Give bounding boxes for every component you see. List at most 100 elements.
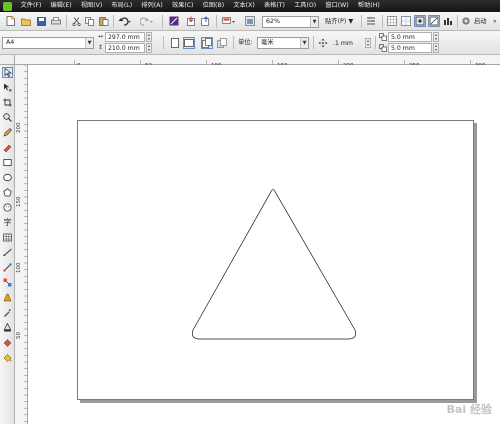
transparency-tool-icon[interactable]	[2, 292, 13, 303]
crop-tool-icon[interactable]	[2, 97, 13, 108]
toolbar-overflow-icon[interactable]: »	[493, 17, 497, 27]
interactive-fill-icon[interactable]	[2, 352, 13, 363]
page-height-spinner[interactable]: ▴ ▾	[146, 43, 152, 53]
ruler-label: 50	[16, 332, 22, 339]
menu-help[interactable]: 帮助(H)	[353, 0, 384, 12]
page-height-field[interactable]: 210.0 mm	[105, 43, 145, 53]
ellipse-tool-icon[interactable]	[2, 172, 13, 183]
table-tool-icon[interactable]	[2, 232, 13, 243]
all-pages-icon[interactable]	[201, 37, 213, 49]
current-page-icon[interactable]	[216, 37, 228, 49]
landscape-icon[interactable]	[183, 37, 195, 49]
menu-bitmaps[interactable]: 位图(B)	[198, 0, 229, 12]
drawing-canvas[interactable]: Bai 经验	[28, 65, 500, 424]
duplicate-y-spinner[interactable]: ▴ ▾	[433, 43, 439, 53]
menu-effects[interactable]: 效果(C)	[167, 0, 198, 12]
nudge-distance-spinner[interactable]: ▴ ▾	[365, 38, 371, 48]
menu-bar: 文件(F) 编辑(E) 视图(V) 布局(L) 排列(A) 效果(C) 位图(B…	[0, 0, 500, 12]
portrait-icon[interactable]	[169, 37, 181, 49]
snap-to-dropdown[interactable]: 贴齐(P) ▼	[325, 17, 353, 27]
ruler-label: 150	[16, 196, 22, 207]
menu-file[interactable]: 文件(F)	[16, 0, 46, 12]
alignment-guides-icon[interactable]	[442, 15, 454, 27]
page-width-spinner[interactable]: ▴ ▾	[146, 32, 152, 42]
zoom-tool-icon[interactable]	[2, 112, 13, 123]
menu-text[interactable]: 文本(X)	[229, 0, 260, 12]
page-width-field[interactable]: 297.0 mm	[105, 32, 145, 42]
vertical-ruler-ticks: 200 150 100 50	[16, 64, 28, 422]
property-bar: A4 ▼ ↔ 297.0 mm ▴ ▾ ↕ 210.0 mm ▴ ▾ 单位: 毫米 …	[0, 31, 500, 55]
dynamic-guides-icon[interactable]	[428, 15, 440, 27]
unit-label: 单位:	[238, 39, 253, 46]
outline-tool-icon[interactable]	[2, 322, 13, 333]
menu-view[interactable]: 视图(V)	[76, 0, 107, 12]
rounded-triangle-shape[interactable]	[191, 189, 357, 340]
ruler-label: 100	[16, 262, 22, 273]
ruler-origin[interactable]	[0, 55, 15, 65]
snap-to-objects-icon[interactable]	[414, 15, 426, 27]
snap-to-guidelines-icon[interactable]	[400, 15, 412, 27]
polygon-tool-icon[interactable]	[2, 187, 13, 198]
copy-icon[interactable]	[84, 15, 96, 27]
eyedropper-tool-icon[interactable]	[2, 307, 13, 318]
duplicate-x-spinner[interactable]: ▴ ▾	[433, 32, 439, 42]
redo-icon[interactable]	[139, 15, 155, 27]
pick-tool-icon[interactable]	[2, 67, 13, 78]
chevron-down-icon: ▼	[85, 38, 93, 48]
nudge-distance-field[interactable]: .1 mm	[330, 38, 364, 48]
drawing-layer	[191, 189, 357, 340]
paper-size-value: A4	[6, 39, 15, 46]
save-icon[interactable]	[35, 15, 47, 27]
smart-fill-icon[interactable]	[2, 142, 13, 153]
duplicate-x-icon	[378, 32, 387, 42]
page-width-icon: ↔	[97, 33, 104, 40]
nudge-offset-icon	[317, 37, 329, 49]
chevron-down-icon: ▼	[310, 17, 318, 27]
blend-tool-icon[interactable]	[2, 277, 13, 288]
freehand-tool-icon[interactable]	[2, 127, 13, 138]
duplicate-y-icon	[378, 43, 387, 53]
search-content-icon[interactable]	[168, 15, 180, 27]
app-logo-icon	[3, 1, 12, 11]
menu-tools[interactable]: 工具(O)	[290, 0, 321, 12]
launcher-gear-icon[interactable]	[460, 15, 472, 27]
snap-to-label: 贴齐(P)	[325, 18, 347, 25]
fill-tool-icon[interactable]	[2, 337, 13, 348]
rectangle-tool-icon[interactable]	[2, 157, 13, 168]
paper-size-combo[interactable]: A4 ▼	[2, 37, 94, 49]
menu-window[interactable]: 窗口(W)	[321, 0, 354, 12]
undo-icon[interactable]	[117, 15, 133, 27]
watermark-text: Bai 经验	[446, 403, 492, 416]
import-icon[interactable]	[186, 15, 198, 27]
application-launcher-icon[interactable]	[221, 15, 237, 27]
snap-to-grid-icon[interactable]	[386, 15, 398, 27]
open-folder-icon[interactable]	[20, 15, 32, 27]
vertical-ruler[interactable]: 200 150 100 50	[15, 64, 28, 424]
coreldraw-window: 文件(F) 编辑(E) 视图(V) 布局(L) 排列(A) 效果(C) 位图(B…	[0, 0, 500, 424]
options-icon[interactable]	[365, 15, 377, 27]
launch-label: 启动	[474, 18, 487, 25]
horizontal-ruler[interactable]: 0 50 100 150 200 250 300	[14, 55, 500, 70]
text-tool-icon[interactable]: 字	[2, 217, 13, 228]
connector-tool-icon[interactable]	[2, 262, 13, 273]
page-height-icon: ↕	[97, 44, 104, 51]
menu-layout[interactable]: 布局(L)	[107, 0, 137, 12]
new-document-icon[interactable]	[4, 15, 16, 27]
duplicate-x-field[interactable]: 5.0 mm	[388, 32, 432, 42]
paste-icon[interactable]	[98, 15, 110, 27]
zoom-level-value: 62%	[266, 18, 280, 25]
shape-tool-icon[interactable]	[2, 82, 13, 93]
zoom-level-combo[interactable]: 62% ▼	[262, 16, 319, 28]
export-icon[interactable]	[200, 15, 212, 27]
units-combo[interactable]: 毫米 ▼	[257, 37, 309, 49]
duplicate-y-field[interactable]: 5.0 mm	[388, 43, 432, 53]
dimension-tool-icon[interactable]	[2, 247, 13, 258]
menu-arrange[interactable]: 排列(A)	[137, 0, 168, 12]
welcome-screen-icon[interactable]	[244, 15, 256, 27]
menu-table[interactable]: 表格(T)	[259, 0, 289, 12]
toolbox: 字	[0, 65, 15, 424]
menu-edit[interactable]: 编辑(E)	[46, 0, 76, 12]
cut-icon[interactable]	[70, 15, 82, 27]
basic-shapes-icon[interactable]	[2, 202, 13, 213]
print-icon[interactable]	[50, 15, 62, 27]
